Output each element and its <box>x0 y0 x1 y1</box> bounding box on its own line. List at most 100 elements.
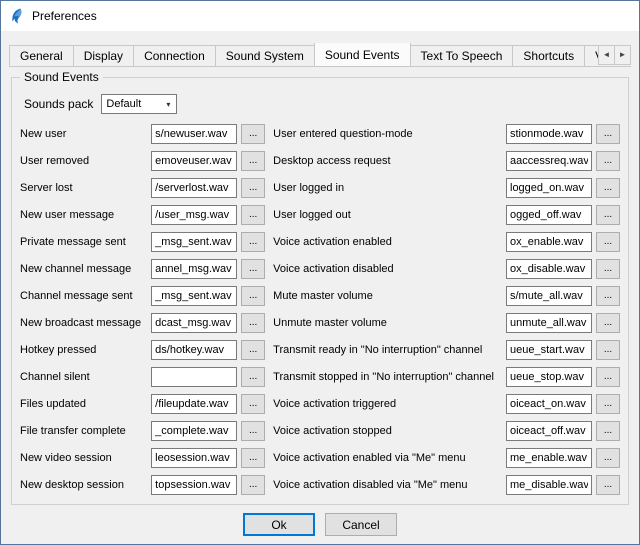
cancel-button[interactable]: Cancel <box>325 513 397 536</box>
sound-file-input[interactable] <box>506 475 592 495</box>
row-new-user: New user ... <box>20 124 265 144</box>
sound-file-input[interactable] <box>151 421 237 441</box>
sound-event-label: Channel message sent <box>20 290 147 302</box>
dialog-buttons: Ok Cancel <box>1 513 639 536</box>
window-title: Preferences <box>32 9 97 23</box>
browse-button[interactable]: ... <box>596 178 620 198</box>
browse-button[interactable]: ... <box>241 178 265 198</box>
tab-sound-system[interactable]: Sound System <box>215 45 315 66</box>
tab-text-to-speech[interactable]: Text To Speech <box>410 45 514 66</box>
sound-event-label: Mute master volume <box>273 290 502 302</box>
sound-file-input[interactable] <box>506 313 592 333</box>
sound-file-input[interactable] <box>151 367 237 387</box>
row-voice-activation-disabled-me-menu: Voice activation disabled via "Me" menu … <box>273 475 620 495</box>
browse-button[interactable]: ... <box>241 232 265 252</box>
sound-file-input[interactable] <box>151 448 237 468</box>
tab-bar: General Display Connection Sound System … <box>9 43 631 67</box>
sound-file-input[interactable] <box>151 313 237 333</box>
row-hotkey-pressed: Hotkey pressed ... <box>20 340 265 360</box>
browse-button[interactable]: ... <box>241 205 265 225</box>
browse-button[interactable]: ... <box>241 124 265 144</box>
sound-file-input[interactable] <box>151 394 237 414</box>
sound-file-input[interactable] <box>151 475 237 495</box>
tab-shortcuts[interactable]: Shortcuts <box>512 45 585 66</box>
sound-file-input[interactable] <box>506 448 592 468</box>
preferences-dialog: Preferences General Display Connection S… <box>0 0 640 545</box>
sound-file-input[interactable] <box>506 205 592 225</box>
sound-file-input[interactable] <box>151 151 237 171</box>
sound-file-input[interactable] <box>506 286 592 306</box>
sound-file-input[interactable] <box>506 232 592 252</box>
browse-button[interactable]: ... <box>596 259 620 279</box>
browse-button[interactable]: ... <box>596 421 620 441</box>
browse-button[interactable]: ... <box>241 421 265 441</box>
sound-event-label: Hotkey pressed <box>20 344 147 356</box>
browse-button[interactable]: ... <box>241 259 265 279</box>
row-channel-silent: Channel silent ... <box>20 367 265 387</box>
tab-scroll-right-button[interactable]: ► <box>614 45 631 65</box>
sound-file-input[interactable] <box>506 421 592 441</box>
sound-event-label: Transmit ready in "No interruption" chan… <box>273 344 502 356</box>
browse-button[interactable]: ... <box>596 313 620 333</box>
sound-event-label: New channel message <box>20 263 147 275</box>
browse-button[interactable]: ... <box>241 394 265 414</box>
browse-button[interactable]: ... <box>596 124 620 144</box>
sound-file-input[interactable] <box>506 367 592 387</box>
sound-event-label: Voice activation enabled via "Me" menu <box>273 452 502 464</box>
row-channel-message-sent: Channel message sent ... <box>20 286 265 306</box>
browse-button[interactable]: ... <box>241 448 265 468</box>
sounds-pack-value: Default <box>102 98 160 110</box>
browse-button[interactable]: ... <box>596 232 620 252</box>
sound-event-label: New user <box>20 128 147 140</box>
row-user-logged-in: User logged in ... <box>273 178 620 198</box>
sound-event-label: User removed <box>20 155 147 167</box>
sound-file-input[interactable] <box>151 232 237 252</box>
sound-file-input[interactable] <box>151 286 237 306</box>
browse-button[interactable]: ... <box>596 367 620 387</box>
browse-button[interactable]: ... <box>241 151 265 171</box>
sound-file-input[interactable] <box>151 340 237 360</box>
tab-scroll-left-button[interactable]: ◄ <box>598 45 615 65</box>
sound-file-input[interactable] <box>151 259 237 279</box>
browse-button[interactable]: ... <box>596 394 620 414</box>
sound-event-label: New video session <box>20 452 147 464</box>
row-private-message-sent: Private message sent ... <box>20 232 265 252</box>
browse-button[interactable]: ... <box>596 151 620 171</box>
row-voice-activation-enabled: Voice activation enabled ... <box>273 232 620 252</box>
sound-event-label: Transmit stopped in "No interruption" ch… <box>273 371 502 383</box>
sound-event-label: Voice activation disabled <box>273 263 502 275</box>
tab-display[interactable]: Display <box>73 45 134 66</box>
sound-file-input[interactable] <box>506 394 592 414</box>
browse-button[interactable]: ... <box>241 286 265 306</box>
browse-button[interactable]: ... <box>241 340 265 360</box>
tab-sound-events[interactable]: Sound Events <box>314 43 411 66</box>
browse-button[interactable]: ... <box>596 448 620 468</box>
browse-button[interactable]: ... <box>241 313 265 333</box>
browse-button[interactable]: ... <box>596 340 620 360</box>
sound-file-input[interactable] <box>506 151 592 171</box>
sound-event-label: File transfer complete <box>20 425 147 437</box>
sound-event-label: New user message <box>20 209 147 221</box>
sounds-pack-select[interactable]: Default ▾ <box>101 94 177 114</box>
tab-general[interactable]: General <box>9 45 74 66</box>
row-transmit-stopped: Transmit stopped in "No interruption" ch… <box>273 367 620 387</box>
sound-file-input[interactable] <box>506 124 592 144</box>
sound-file-input[interactable] <box>151 205 237 225</box>
sound-file-input[interactable] <box>506 259 592 279</box>
sound-file-input[interactable] <box>506 178 592 198</box>
sound-file-input[interactable] <box>151 124 237 144</box>
browse-button[interactable]: ... <box>241 367 265 387</box>
row-new-video-session: New video session ... <box>20 448 265 468</box>
sound-event-label: Server lost <box>20 182 147 194</box>
ok-button[interactable]: Ok <box>243 513 315 536</box>
tab-connection[interactable]: Connection <box>133 45 216 66</box>
browse-button[interactable]: ... <box>596 475 620 495</box>
row-file-transfer-complete: File transfer complete ... <box>20 421 265 441</box>
browse-button[interactable]: ... <box>596 205 620 225</box>
sound-file-input[interactable] <box>506 340 592 360</box>
sound-file-input[interactable] <box>151 178 237 198</box>
browse-button[interactable]: ... <box>596 286 620 306</box>
browse-button[interactable]: ... <box>241 475 265 495</box>
sound-event-label: User logged in <box>273 182 502 194</box>
row-mute-master-volume: Mute master volume ... <box>273 286 620 306</box>
